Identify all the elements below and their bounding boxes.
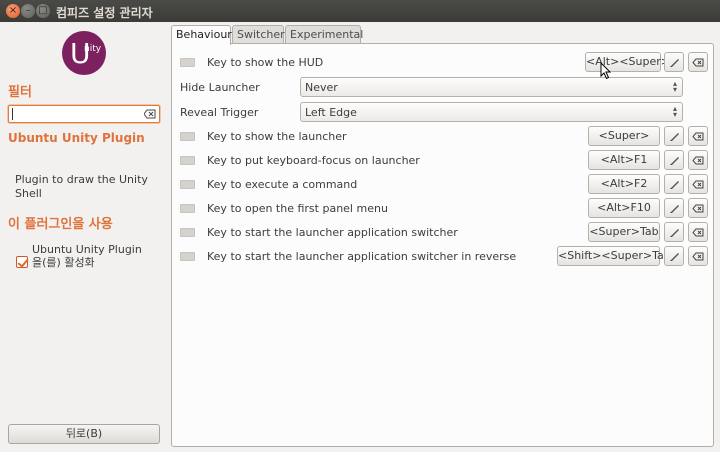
- window-close-button[interactable]: ×: [6, 4, 20, 18]
- unity-logo: U nity: [62, 31, 106, 75]
- keyboard-key-icon: [180, 132, 195, 141]
- reset-binding-button[interactable]: [688, 174, 708, 194]
- setting-row-app-switcher: Key to start the launcher application sw…: [172, 222, 713, 244]
- filter-input[interactable]: [8, 105, 160, 123]
- reset-binding-button[interactable]: [688, 52, 708, 72]
- clear-icon: [692, 156, 704, 165]
- setting-label: Key to open the first panel menu: [207, 202, 388, 215]
- keyboard-key-icon: [180, 58, 195, 67]
- reset-binding-button[interactable]: [688, 222, 708, 242]
- filter-heading: 필터: [8, 85, 32, 100]
- reset-binding-button[interactable]: [688, 246, 708, 266]
- plugin-description: Plugin to draw the Unity Shell: [15, 173, 148, 200]
- keybinding-button[interactable]: <Alt><Super>: [585, 52, 670, 72]
- clear-icon: [692, 132, 704, 141]
- keybinding-button[interactable]: <Alt>F10: [588, 198, 660, 218]
- updown-arrow-icon: ▴ ▾: [672, 79, 677, 94]
- setting-label: Key to start the launcher application sw…: [207, 226, 458, 239]
- setting-row-show-launcher: Key to show the launcher <Super>: [172, 126, 713, 148]
- setting-row-app-switcher-reverse: Key to start the launcher application sw…: [172, 246, 713, 268]
- keybinding-button[interactable]: <Super>Tab: [588, 222, 660, 242]
- setting-row-reveal-trigger: Reveal Trigger Left Edge ▴ ▾: [172, 102, 713, 124]
- setting-label: Reveal Trigger: [180, 106, 259, 119]
- setting-label: Key to show the HUD: [207, 56, 324, 69]
- keybinding-button[interactable]: <Shift><Super>Tab: [557, 246, 671, 266]
- plugin-name: Ubuntu Unity Plugin: [8, 131, 145, 145]
- clear-icon: [692, 228, 704, 237]
- keyboard-key-icon: [180, 252, 195, 261]
- reset-binding-button[interactable]: [688, 198, 708, 218]
- edit-binding-button[interactable]: [664, 52, 684, 72]
- reveal-trigger-select[interactable]: Left Edge ▴ ▾: [300, 102, 683, 122]
- pencil-icon: [670, 59, 679, 67]
- hide-launcher-select[interactable]: Never ▴ ▾: [300, 77, 683, 97]
- setting-label: Hide Launcher: [180, 81, 260, 94]
- pencil-icon: [670, 181, 679, 189]
- setting-row-execute-command: Key to execute a command <Alt>F2: [172, 174, 713, 196]
- window-title: 컴피즈 설정 관리자: [56, 6, 153, 20]
- clear-icon: [692, 252, 704, 261]
- text-caret: [12, 108, 13, 120]
- updown-arrow-icon: ▴ ▾: [672, 104, 677, 119]
- keyboard-key-icon: [180, 228, 195, 237]
- edit-binding-button[interactable]: [664, 150, 684, 170]
- edit-binding-button[interactable]: [664, 246, 684, 266]
- enable-plugin-checkbox[interactable]: [16, 256, 28, 268]
- clear-icon: [692, 180, 704, 189]
- clear-icon[interactable]: [144, 109, 156, 119]
- title-bar: × – □ 컴피즈 설정 관리자: [0, 0, 720, 22]
- edit-binding-button[interactable]: [664, 198, 684, 218]
- pencil-icon: [670, 157, 679, 165]
- select-value: Left Edge: [305, 106, 357, 119]
- setting-row-focus-launcher: Key to put keyboard-focus on launcher <A…: [172, 150, 713, 172]
- pencil-icon: [670, 253, 679, 261]
- edit-binding-button[interactable]: [664, 222, 684, 242]
- keyboard-key-icon: [180, 204, 195, 213]
- edit-binding-button[interactable]: [664, 126, 684, 146]
- pencil-icon: [670, 229, 679, 237]
- clear-icon: [692, 204, 704, 213]
- enable-heading: 이 플러그인을 사용: [8, 217, 113, 232]
- reset-binding-button[interactable]: [688, 126, 708, 146]
- back-button[interactable]: 뒤로(B): [8, 424, 160, 444]
- pencil-icon: [670, 205, 679, 213]
- edit-binding-button[interactable]: [664, 174, 684, 194]
- window-minimize-button[interactable]: –: [21, 4, 35, 18]
- tab-switcher[interactable]: Switcher: [232, 25, 285, 44]
- select-value: Never: [305, 81, 338, 94]
- setting-row-panel-menu: Key to open the first panel menu <Alt>F1…: [172, 198, 713, 220]
- clear-icon: [692, 58, 704, 67]
- setting-label: Key to show the launcher: [207, 130, 347, 143]
- setting-label: Key to start the launcher application sw…: [207, 250, 517, 263]
- setting-row-hide-launcher: Hide Launcher Never ▴ ▾: [172, 77, 713, 99]
- reset-binding-button[interactable]: [688, 150, 708, 170]
- setting-label: Key to execute a command: [207, 178, 358, 191]
- keybinding-button[interactable]: <Alt>F1: [588, 150, 660, 170]
- keyboard-key-icon: [180, 156, 195, 165]
- tab-experimental[interactable]: Experimental: [285, 25, 363, 44]
- tab-behaviour[interactable]: Behaviour: [171, 25, 232, 45]
- keyboard-key-icon: [180, 180, 195, 189]
- sidebar: U nity 필터 Ubuntu Unity Plugin Plugin to …: [0, 22, 168, 452]
- keybinding-button[interactable]: <Alt>F2: [588, 174, 660, 194]
- enable-plugin-label: Ubuntu Unity Plugin을(를) 활성화: [32, 243, 142, 269]
- logo-text: nity: [84, 44, 102, 54]
- mouse-cursor-icon: [600, 62, 612, 80]
- setting-label: Key to put keyboard-focus on launcher: [207, 154, 420, 167]
- settings-panel: Key to show the HUD <Alt><Super> Hide La…: [171, 43, 714, 447]
- setting-row-show-hud: Key to show the HUD <Alt><Super>: [172, 52, 713, 74]
- pencil-icon: [670, 133, 679, 141]
- window-maximize-button[interactable]: □: [36, 4, 50, 18]
- keybinding-button[interactable]: <Super>: [588, 126, 660, 146]
